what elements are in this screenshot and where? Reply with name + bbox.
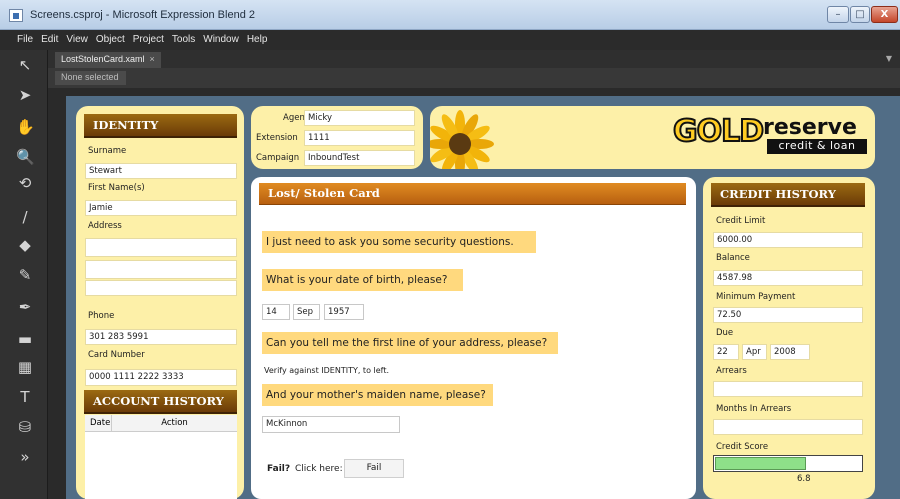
- address-line-1-field[interactable]: [85, 238, 237, 257]
- maiden-name-question: And your mother's maiden name, please?: [262, 384, 493, 406]
- due-day-field[interactable]: 22: [713, 344, 739, 360]
- credit-score-fill: [715, 457, 806, 470]
- document-tab-label: LostStolenCard.xaml: [61, 54, 145, 64]
- due-year-field[interactable]: 2008: [770, 344, 810, 360]
- camera-orbit-tool-icon[interactable]: ⟲: [16, 174, 34, 192]
- logo-reserve-text: reserve: [763, 115, 857, 140]
- logo-tagline: credit & loan: [767, 139, 867, 154]
- account-history-table[interactable]: Date Action: [85, 415, 237, 499]
- arrears-label: Arrears: [716, 366, 747, 376]
- column-header-action[interactable]: Action: [112, 415, 237, 431]
- address-question: Can you tell me the first line of your a…: [262, 332, 558, 354]
- column-header-date[interactable]: Date: [85, 415, 112, 431]
- identity-heading: IDENTITY: [84, 114, 237, 138]
- dob-year-field[interactable]: 1957: [324, 304, 364, 320]
- menu-object[interactable]: Object: [92, 30, 129, 45]
- arrears-field[interactable]: [713, 381, 863, 397]
- menu-window[interactable]: Window: [199, 30, 243, 45]
- extension-label: Extension: [256, 133, 298, 143]
- card-number-label: Card Number: [88, 350, 145, 360]
- logo-gold-text: GOLD: [672, 113, 765, 150]
- zoom-tool-icon[interactable]: 🔍: [16, 148, 35, 166]
- menu-bar: File Edit View Object Project Tools Window Help: [0, 30, 900, 50]
- credit-history-heading: CREDIT HISTORY: [711, 183, 865, 207]
- dob-month-field[interactable]: Sep: [293, 304, 320, 320]
- app-icon: [9, 9, 23, 22]
- credit-score-bar: [713, 455, 863, 472]
- credit-score-value: 6.8: [797, 474, 811, 484]
- security-questions-prompt: I just need to ask you some security que…: [262, 231, 536, 253]
- tab-close-icon[interactable]: ×: [150, 54, 155, 64]
- sunflower-icon: [430, 110, 494, 169]
- minimum-payment-label: Minimum Payment: [716, 292, 796, 302]
- address-label: Address: [88, 221, 122, 231]
- phone-label: Phone: [88, 311, 115, 321]
- pan-tool-icon[interactable]: ✋: [16, 118, 35, 136]
- pen-tool-icon[interactable]: ✒: [16, 298, 34, 316]
- due-label: Due: [716, 328, 734, 338]
- menu-help[interactable]: Help: [243, 30, 272, 45]
- months-in-arrears-label: Months In Arrears: [716, 404, 792, 414]
- dob-question: What is your date of birth, please?: [262, 269, 463, 291]
- credit-score-label: Credit Score: [716, 442, 769, 452]
- rectangle-tool-icon[interactable]: ▬: [16, 330, 34, 348]
- tab-dropdown-icon[interactable]: ▼: [886, 54, 892, 63]
- first-names-label: First Name(s): [88, 183, 145, 193]
- menu-tools[interactable]: Tools: [168, 30, 199, 45]
- window-title: Screens.csproj - Microsoft Expression Bl…: [30, 9, 255, 21]
- direct-selection-tool-icon[interactable]: ➤: [16, 86, 34, 104]
- menu-view[interactable]: View: [62, 30, 92, 45]
- menu-file[interactable]: File: [0, 30, 37, 45]
- menu-edit[interactable]: Edit: [37, 30, 62, 45]
- fail-prompt: Click here:: [295, 464, 343, 474]
- close-button[interactable]: X: [871, 6, 898, 23]
- text-tool-icon[interactable]: T: [16, 388, 34, 406]
- surname-label: Surname: [88, 146, 127, 156]
- balance-label: Balance: [716, 253, 750, 263]
- campaign-field[interactable]: InboundTest: [304, 150, 415, 166]
- minimize-button[interactable]: –: [827, 6, 849, 23]
- document-tab-strip: LostStolenCard.xaml × ▼: [48, 50, 900, 68]
- more-tools-icon[interactable]: »: [16, 448, 34, 466]
- phone-field[interactable]: 301 283 5991: [85, 329, 237, 345]
- selection-tool-icon[interactable]: ↖: [16, 56, 34, 74]
- asset-tool-icon[interactable]: ⛁: [16, 418, 34, 436]
- card-number-field[interactable]: 0000 1111 2222 3333: [85, 369, 237, 386]
- extension-field[interactable]: 1111: [304, 130, 415, 146]
- grid-tool-icon[interactable]: ▦: [16, 358, 34, 376]
- maiden-name-field[interactable]: McKinnon: [262, 416, 400, 433]
- account-history-header-row: Date Action: [85, 415, 237, 432]
- dob-day-field[interactable]: 14: [262, 304, 290, 320]
- balance-field[interactable]: 4587.98: [713, 270, 863, 286]
- eyedropper-tool-icon[interactable]: /: [16, 208, 34, 226]
- fail-button[interactable]: Fail: [344, 459, 404, 478]
- brand-banner: GOLD reserve credit & loan: [430, 106, 875, 169]
- address-line-2-field[interactable]: [85, 260, 237, 279]
- agent-field[interactable]: Micky: [304, 110, 415, 126]
- document-tab[interactable]: LostStolenCard.xaml ×: [55, 52, 161, 68]
- fail-prompt-bold: Fail?: [267, 464, 291, 474]
- pencil-tool-icon[interactable]: ✎: [16, 266, 34, 284]
- first-names-field[interactable]: Jamie: [85, 200, 237, 216]
- selection-breadcrumb[interactable]: None selected: [55, 71, 126, 85]
- credit-limit-label: Credit Limit: [716, 216, 766, 226]
- breadcrumb-bar: None selected: [48, 68, 900, 88]
- address-line-3-field[interactable]: [85, 280, 237, 296]
- maximize-button[interactable]: □: [850, 6, 870, 23]
- tools-panel: ↖ ➤ ✋ 🔍 ⟲ / ◆ ✎ ✒ ▬ ▦ T ⛁ »: [0, 50, 48, 499]
- due-month-field[interactable]: Apr: [742, 344, 767, 360]
- campaign-label: Campaign: [256, 153, 300, 163]
- title-bar: Screens.csproj - Microsoft Expression Bl…: [0, 0, 900, 30]
- credit-limit-field[interactable]: 6000.00: [713, 232, 863, 248]
- script-heading: Lost/ Stolen Card: [259, 183, 686, 205]
- surname-field[interactable]: Stewart: [85, 163, 237, 179]
- account-history-heading: ACCOUNT HISTORY: [84, 390, 237, 414]
- months-in-arrears-field[interactable]: [713, 419, 863, 435]
- minimum-payment-field[interactable]: 72.50: [713, 307, 863, 323]
- verify-note: Verify against IDENTITY, to left.: [264, 366, 389, 375]
- menu-project[interactable]: Project: [129, 30, 168, 45]
- paint-bucket-tool-icon[interactable]: ◆: [16, 236, 34, 254]
